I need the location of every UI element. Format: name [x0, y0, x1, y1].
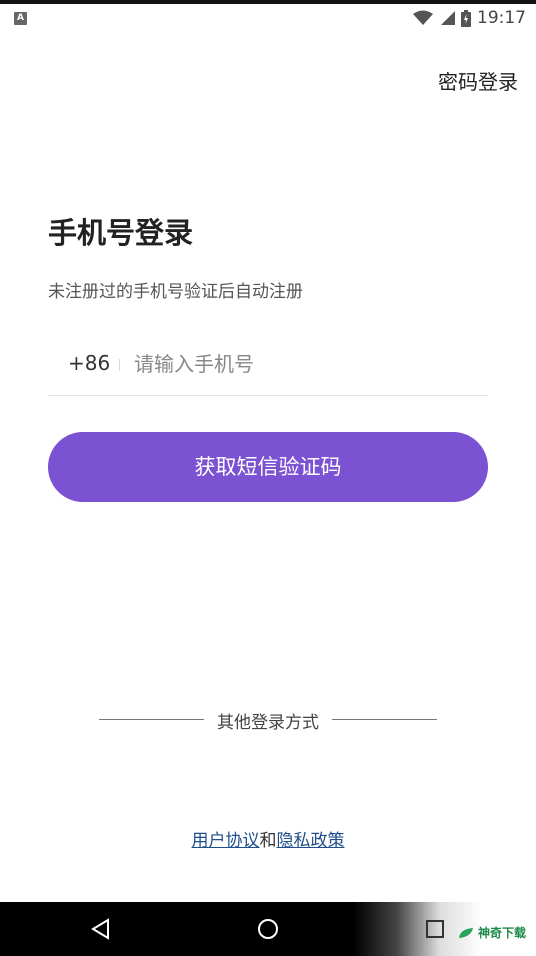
- other-login-label: 其他登录方式: [217, 713, 319, 733]
- status-time: 19:17: [477, 8, 526, 28]
- phone-input-row: +86: [48, 334, 488, 396]
- agreement-connector: 和: [259, 831, 277, 851]
- divider-line-right: [332, 719, 437, 720]
- page-subtitle: 未注册过的手机号验证后自动注册: [48, 282, 303, 302]
- other-login-section: 其他登录方式: [99, 706, 437, 734]
- status-bar: A 19:17: [0, 0, 536, 36]
- signal-icon: [441, 11, 455, 25]
- leaf-icon: [458, 927, 473, 938]
- agreement-text: 用户协议和隐私政策: [0, 826, 536, 851]
- status-icons: 19:17: [413, 8, 526, 28]
- password-login-link[interactable]: 密码登录: [438, 66, 518, 95]
- watermark-text: 神奇下载: [477, 926, 526, 940]
- back-icon[interactable]: [86, 914, 116, 944]
- country-code-selector[interactable]: +86: [68, 351, 110, 375]
- battery-icon: [461, 9, 471, 27]
- get-sms-code-button[interactable]: 获取短信验证码: [48, 432, 488, 502]
- status-top-strip: [0, 0, 536, 4]
- recent-apps-icon[interactable]: [420, 914, 450, 944]
- page-title: 手机号登录: [48, 216, 194, 250]
- notification-icon: A: [14, 12, 27, 25]
- navigation-bar: [0, 902, 536, 956]
- privacy-policy-link[interactable]: 隐私政策: [277, 831, 345, 851]
- phone-number-input[interactable]: [134, 344, 474, 384]
- wifi-icon: [413, 10, 433, 25]
- home-icon[interactable]: [253, 914, 283, 944]
- user-agreement-link[interactable]: 用户协议: [192, 831, 260, 851]
- country-code-divider: [119, 359, 120, 371]
- watermark: 神奇下载: [458, 924, 526, 941]
